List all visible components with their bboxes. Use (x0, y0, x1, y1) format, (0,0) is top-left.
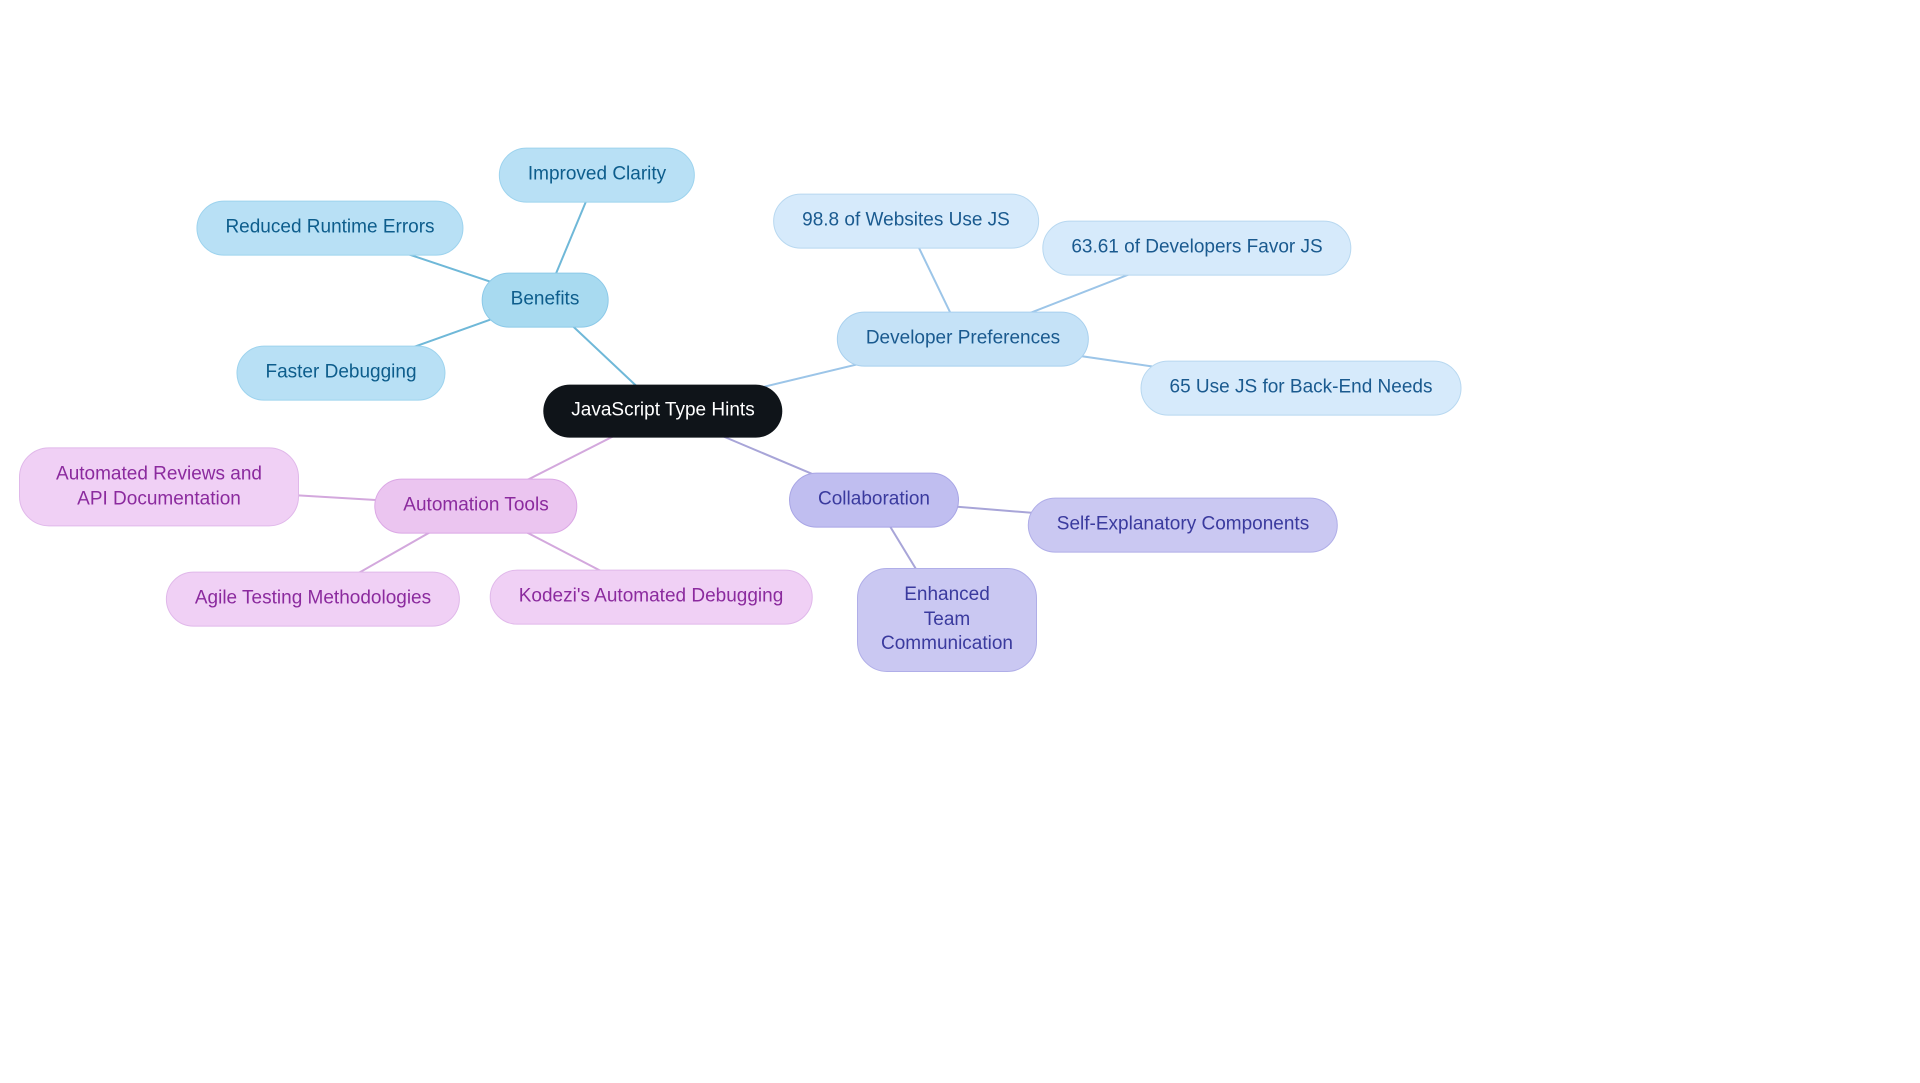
devs-favor-node: 63.61 of Developers Favor JS (1042, 221, 1351, 276)
self-explanatory-node: Self-Explanatory Components (1028, 498, 1338, 553)
self-explanatory-label: Self-Explanatory Components (1057, 513, 1309, 538)
backend-js-node: 65 Use JS for Back-End Needs (1141, 361, 1462, 416)
benefits-label: Benefits (511, 288, 580, 313)
automated-reviews-label: Automated Reviews and API Documentation (48, 462, 270, 511)
kodezi-label: Kodezi's Automated Debugging (519, 585, 784, 610)
reduced-runtime-label: Reduced Runtime Errors (225, 216, 434, 241)
team-comm-label: Enhanced Team Communication (881, 583, 1013, 657)
center-label: JavaScript Type Hints (571, 399, 754, 424)
developer-prefs-hub: Developer Preferences (837, 312, 1089, 367)
center-node: JavaScript Type Hints (543, 385, 782, 438)
improved-clarity-label: Improved Clarity (528, 163, 666, 188)
faster-debugging-node: Faster Debugging (236, 346, 445, 401)
automated-reviews-node: Automated Reviews and API Documentation (19, 447, 299, 526)
kodezi-node: Kodezi's Automated Debugging (490, 570, 813, 625)
agile-testing-label: Agile Testing Methodologies (195, 587, 431, 612)
mindmap-edges (0, 0, 1920, 1083)
benefits-hub: Benefits (482, 273, 609, 328)
collaboration-hub: Collaboration (789, 473, 959, 528)
backend-js-label: 65 Use JS for Back-End Needs (1170, 376, 1433, 401)
reduced-runtime-node: Reduced Runtime Errors (196, 201, 463, 256)
team-comm-node: Enhanced Team Communication (857, 568, 1037, 672)
websites-js-label: 98.8 of Websites Use JS (802, 209, 1010, 234)
developer-prefs-label: Developer Preferences (866, 327, 1060, 352)
agile-testing-node: Agile Testing Methodologies (166, 572, 460, 627)
improved-clarity-node: Improved Clarity (499, 148, 695, 203)
automation-label: Automation Tools (403, 494, 548, 519)
websites-js-node: 98.8 of Websites Use JS (773, 194, 1039, 249)
automation-hub: Automation Tools (374, 479, 577, 534)
devs-favor-label: 63.61 of Developers Favor JS (1071, 236, 1322, 261)
faster-debugging-label: Faster Debugging (265, 361, 416, 386)
collaboration-label: Collaboration (818, 488, 930, 513)
